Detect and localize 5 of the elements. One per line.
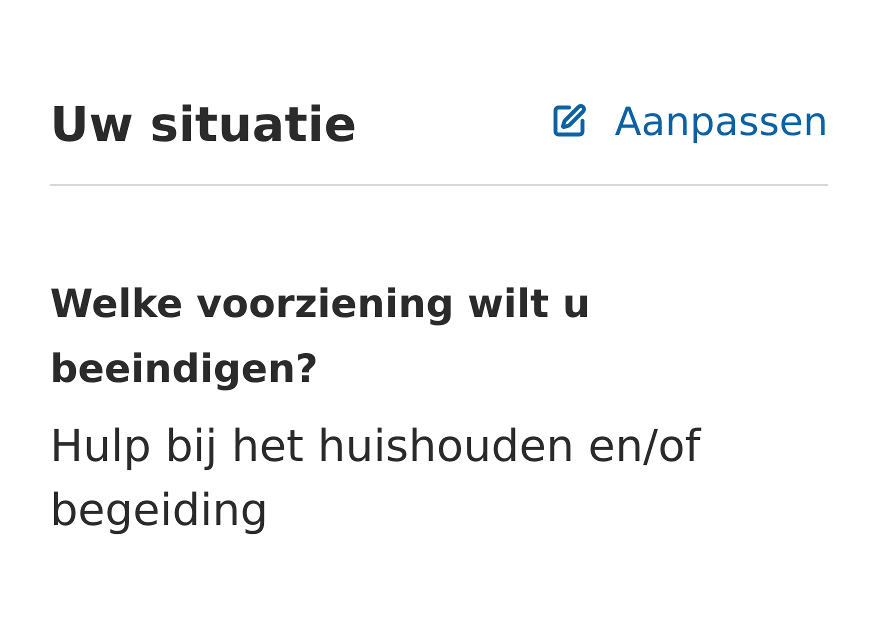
pencil-square-icon <box>550 103 587 139</box>
edit-link[interactable]: Aanpassen <box>550 99 828 147</box>
answer-text: Hulp bij het huishouden en/of begeiding <box>50 420 702 538</box>
question-label: Welke voorziening wilt u beeindigen? <box>50 281 592 394</box>
section-title: Uw situatie <box>50 96 357 154</box>
